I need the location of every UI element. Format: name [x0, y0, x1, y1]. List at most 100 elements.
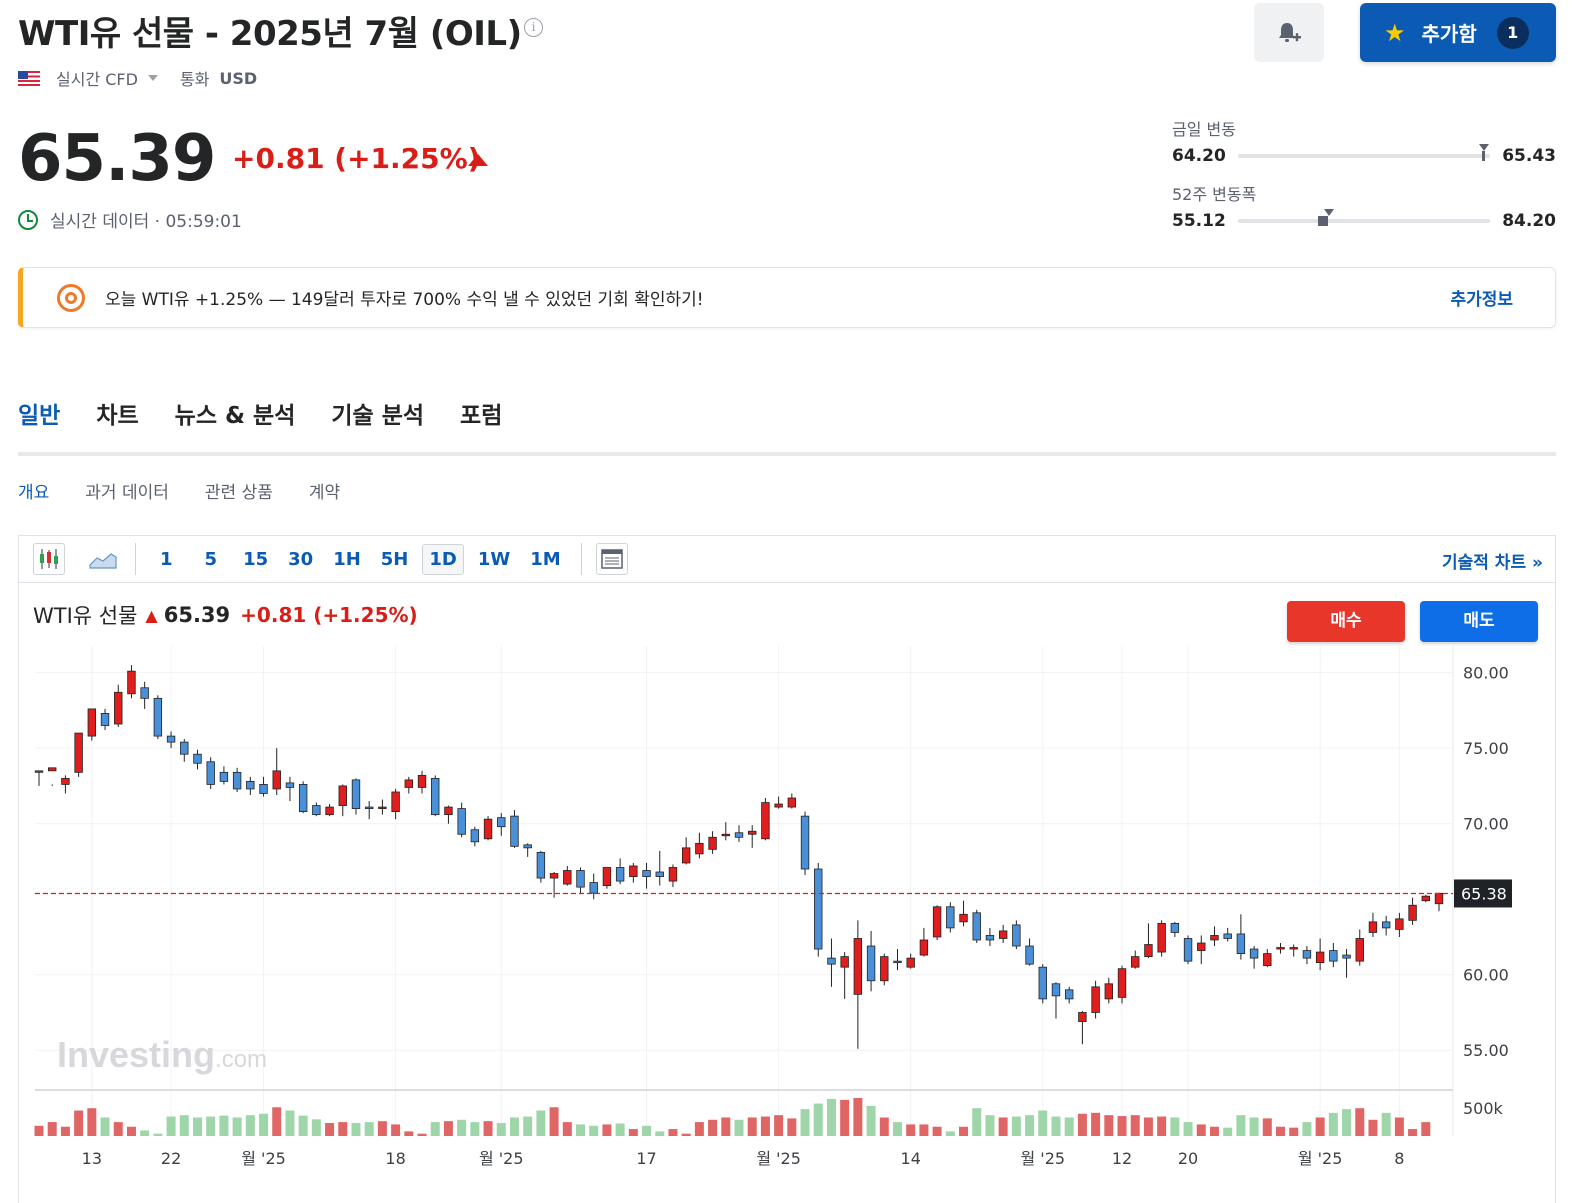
volume-bar [47, 1122, 57, 1136]
volume-bar [919, 1124, 929, 1136]
candle-down [497, 817, 506, 828]
candle-down [364, 806, 374, 809]
volume-bar [338, 1122, 348, 1136]
volume-bar [1196, 1124, 1206, 1136]
last-price-label: 65.38 [1461, 884, 1507, 903]
x-tick-label: 18 [385, 1149, 405, 1168]
candle-up [906, 957, 915, 968]
tab-technical[interactable]: 기술 분석 [331, 396, 424, 456]
subtab-related[interactable]: 관련 상품 [205, 478, 273, 503]
candle-down [180, 741, 189, 755]
tab-overview[interactable]: 일반 [18, 396, 61, 456]
tab-chart[interactable]: 차트 [96, 396, 138, 456]
volume-bar [681, 1133, 691, 1136]
candle-up [1263, 953, 1272, 967]
volume-bar [509, 1117, 519, 1136]
candle-down [800, 815, 810, 870]
candle-down [1183, 938, 1193, 962]
candle-up [695, 842, 704, 855]
subtab-contracts[interactable]: 계약 [309, 478, 340, 503]
candle-down [523, 844, 532, 849]
x-tick-label: 17 [636, 1149, 656, 1168]
volume-bar [391, 1124, 401, 1136]
info-icon[interactable]: i [524, 18, 543, 37]
volume-bar [285, 1110, 295, 1136]
promo-more-link[interactable]: 추가정보 [1450, 285, 1513, 310]
candle-down [946, 906, 955, 929]
candle-down [219, 771, 229, 782]
volume-bar [1157, 1116, 1167, 1136]
volume-bar [1368, 1119, 1378, 1136]
y-tick-label: 55.00 [1463, 1041, 1509, 1060]
day-high: 65.43 [1502, 146, 1556, 166]
investing-watermark: Investing.com [57, 1034, 267, 1075]
candle-down [1051, 983, 1061, 997]
candle-down [1236, 933, 1246, 954]
x-tick-label: 8 [1394, 1149, 1404, 1168]
candle-up [959, 913, 968, 923]
candle-down [576, 870, 585, 888]
subtab-summary[interactable]: 개요 [18, 478, 49, 503]
candle-up [74, 732, 83, 773]
volume-bar [615, 1123, 625, 1136]
price-chart[interactable]: Investing.com 80.00 75.00 70.00 60.00 55.00 5… [19, 536, 1555, 1203]
candle-down [246, 780, 255, 790]
candle-up [919, 939, 929, 956]
volume-bar [800, 1109, 810, 1136]
volume-bar [536, 1110, 546, 1136]
bell-plus-icon [1279, 22, 1301, 42]
volume-bar [787, 1118, 797, 1136]
volume-bar [34, 1125, 44, 1136]
x-tick-label: 월 '25 [479, 1149, 524, 1168]
day-range: 금일 변동 64.20 65.43 [1172, 116, 1556, 166]
candle-up [602, 867, 612, 887]
y-tick-label: 80.00 [1463, 664, 1509, 683]
volume-bar [602, 1124, 612, 1136]
candle-down [536, 851, 546, 879]
candle-up [483, 818, 493, 840]
y-tick-label: 70.00 [1463, 815, 1509, 834]
subtab-historical[interactable]: 과거 데이터 [85, 478, 169, 503]
candle-down [100, 713, 110, 726]
volume-bar [708, 1119, 718, 1136]
candle-up [681, 847, 691, 864]
candle-up [1104, 983, 1114, 1000]
volume-bar [272, 1107, 282, 1136]
candle-down [985, 935, 995, 941]
tab-news[interactable]: 뉴스 & 분석 [175, 396, 296, 456]
candle-down [814, 868, 823, 950]
watchlist-count-badge: 1 [1496, 16, 1529, 49]
volume-bar [87, 1108, 97, 1136]
volume-bar [404, 1131, 414, 1136]
candle-down [893, 960, 902, 964]
x-tick-label: 14 [901, 1149, 921, 1168]
y-tick-label: 75.00 [1463, 739, 1509, 758]
promo-banner[interactable]: 오늘 WTI유 +1.25% — 149달러 투자로 700% 수익 낼 수 있… [18, 267, 1556, 328]
candle-up [708, 836, 717, 850]
volume-bar [140, 1130, 150, 1136]
volume-bar [100, 1117, 110, 1136]
candle-up [998, 930, 1008, 939]
candle-up [840, 956, 849, 968]
week52-high: 84.20 [1502, 211, 1556, 231]
candle-down [1012, 924, 1021, 947]
volume-bar [1262, 1118, 1272, 1136]
market-type-selector[interactable]: 실시간 CFD [56, 66, 180, 90]
day-low: 64.20 [1172, 146, 1226, 166]
candle-down [1038, 966, 1047, 1000]
candle-down [510, 815, 519, 847]
candle-down [312, 805, 321, 816]
candle-up [1078, 1012, 1087, 1022]
chevron-down-icon [147, 75, 158, 81]
candle-down [457, 808, 466, 835]
watchlist-button[interactable]: ★ 추가함 1 [1360, 3, 1556, 62]
volume-bar [1394, 1117, 1404, 1136]
volume-bar [1025, 1115, 1035, 1136]
add-alert-button[interactable] [1254, 3, 1324, 62]
tab-forum[interactable]: 포럼 [460, 396, 502, 456]
candle-up [721, 833, 730, 837]
volume-bar [153, 1133, 163, 1136]
candle-down [1302, 950, 1312, 959]
up-arrow-icon [468, 154, 488, 166]
instrument-title: WTI유 선물 - 2025년 7월 (OIL) [18, 14, 522, 54]
